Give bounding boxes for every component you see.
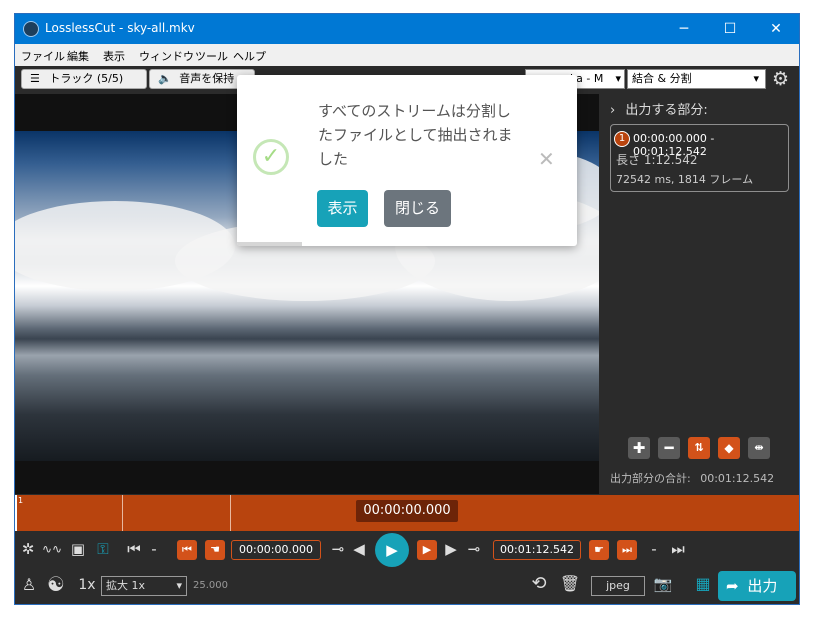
- timeline-tick: [122, 495, 123, 531]
- tag-segment-button[interactable]: ◆: [718, 437, 740, 459]
- playback-speed[interactable]: 1x: [77, 575, 97, 595]
- window-title: LosslessCut - sky-all.mkv: [45, 21, 195, 35]
- jump-segment-end-button[interactable]: ⏭: [617, 540, 637, 560]
- chevron-down-icon: ▾: [176, 579, 182, 592]
- export-notification: ✓ すべてのストリームは分割したファイルとして抽出されました ✕ 表示 閉じる: [237, 75, 577, 246]
- segment-item[interactable]: 1 00:00:00.000 - 00:01:12.542 長さ 1:12.54…: [610, 124, 789, 192]
- play-button[interactable]: ▶: [375, 533, 409, 567]
- menu-bar: ファイル 編集 表示 ウィンドウ ツール ヘルプ: [15, 44, 799, 66]
- tracks-button[interactable]: ☰ トラック (5/5): [21, 69, 147, 89]
- keep-audio-label: 音声を保持: [179, 72, 235, 85]
- chevron-down-icon: ▾: [615, 72, 621, 85]
- start-key-icon[interactable]: ⊸: [327, 539, 349, 559]
- gear-icon[interactable]: ✲: [19, 539, 37, 559]
- notification-timer-bar: [237, 242, 302, 246]
- end-time-input[interactable]: 00:01:12.542: [493, 540, 581, 560]
- next-frame-icon[interactable]: ▶: [445, 539, 457, 559]
- cutlist-person-icon[interactable]: ♙: [19, 575, 39, 595]
- prev-frame-icon[interactable]: ◀: [353, 539, 365, 559]
- trash-icon[interactable]: 🗑: [559, 574, 581, 594]
- show-file-button[interactable]: 表示: [317, 190, 368, 227]
- menu-view[interactable]: 表示: [103, 48, 125, 64]
- dismiss-notification-icon[interactable]: ✕: [538, 147, 555, 171]
- waveform-icon[interactable]: ∿∿: [40, 539, 64, 559]
- jump-segment-start-button[interactable]: ⏮: [177, 540, 197, 560]
- export-label: 出力: [747, 577, 778, 595]
- settings-gear-icon[interactable]: ⚙: [772, 69, 789, 89]
- list-icon: ☰: [30, 72, 40, 85]
- set-cut-start-button[interactable]: ☚: [205, 540, 225, 560]
- menu-tools[interactable]: ツール: [195, 48, 228, 64]
- segment-frames: 72542 ms, 1814 フレーム: [616, 173, 754, 186]
- chevron-down-icon: ▾: [753, 72, 759, 85]
- control-bar: ✲ ∿∿ ▣ ⚿ ⏮ - ⏮ ☚ 00:00:00.000 ⊸ ◀ ▶ ▶ ▶ …: [15, 531, 799, 604]
- menu-edit[interactable]: 編集: [67, 48, 89, 64]
- tracks-label: トラック (5/5): [49, 72, 124, 85]
- split-segment-button[interactable]: ⇹: [748, 437, 770, 459]
- fps-label: 25.000: [193, 580, 228, 591]
- play-segment-button[interactable]: ▶: [417, 540, 437, 560]
- yin-yang-icon[interactable]: ☯: [44, 574, 68, 594]
- playhead[interactable]: [15, 495, 17, 531]
- set-cut-end-button[interactable]: ☛: [589, 540, 609, 560]
- jump-end-icon[interactable]: ⏭: [671, 539, 685, 559]
- segments-total: 出力部分の合計: 00:01:12.542: [610, 470, 774, 486]
- title-bar: LosslessCut - sky-all.mkv ─ ☐ ✕: [15, 14, 799, 44]
- menu-help[interactable]: ヘルプ: [233, 48, 266, 64]
- capture-format-select[interactable]: jpeg: [591, 576, 645, 596]
- notification-message: すべてのストリームは分割したファイルとして抽出されました: [318, 102, 513, 168]
- calendar-icon[interactable]: ▦: [692, 574, 714, 594]
- segment-duration: 長さ 1:12.542: [616, 153, 698, 167]
- app-logo-icon: [23, 21, 39, 37]
- thumbnails-icon[interactable]: ▣: [67, 539, 89, 559]
- success-check-icon: ✓: [253, 139, 289, 175]
- minimize-button[interactable]: ─: [661, 14, 707, 44]
- close-window-button[interactable]: ✕: [753, 14, 799, 44]
- timeline-tick: [230, 495, 231, 531]
- reorder-segments-button[interactable]: ⇅: [688, 437, 710, 459]
- total-label: 出力部分の合計:: [610, 472, 691, 485]
- export-button[interactable]: ➦ 出力: [718, 571, 796, 601]
- start-time-input[interactable]: 00:00:00.000: [231, 540, 321, 560]
- keyframes-key-icon[interactable]: ⚿: [93, 539, 113, 559]
- total-value: 00:01:12.542: [700, 472, 775, 485]
- speaker-icon: 🔈: [158, 72, 172, 85]
- zoom-select[interactable]: 拡大 1x ▾: [101, 576, 187, 596]
- segments-panel: › 出力する部分: 1 00:00:00.000 - 00:01:12.542 …: [599, 94, 799, 494]
- close-notification-button[interactable]: 閉じる: [384, 190, 451, 227]
- rotate-icon[interactable]: ⟲: [528, 574, 550, 594]
- segments-header: 出力する部分:: [625, 103, 708, 118]
- mode-select-value: 結合 & 分割: [632, 72, 692, 85]
- segment-number-badge: 1: [614, 131, 630, 147]
- minus-label: -: [651, 540, 657, 558]
- timeline-current-time: 00:00:00.000: [356, 500, 458, 522]
- end-key-icon[interactable]: ⊸: [463, 539, 485, 559]
- maximize-button[interactable]: ☐: [707, 14, 753, 44]
- menu-file[interactable]: ファイル: [21, 48, 65, 64]
- menu-window[interactable]: ウィンドウ: [139, 48, 194, 64]
- zoom-select-value: 拡大 1x: [106, 579, 146, 592]
- timeline-segment-number: 1: [18, 496, 24, 505]
- remove-segment-button[interactable]: ━: [658, 437, 680, 459]
- camera-icon[interactable]: 📷: [652, 574, 674, 594]
- timeline[interactable]: 1 00:00:00.000: [15, 495, 799, 531]
- minus-label: -: [151, 540, 157, 558]
- export-icon: ➦: [726, 577, 739, 595]
- mode-select[interactable]: 結合 & 分割 ▾: [627, 69, 766, 89]
- chevron-right-icon[interactable]: ›: [610, 103, 615, 118]
- jump-start-icon[interactable]: ⏮: [127, 539, 141, 559]
- add-segment-button[interactable]: ✚: [628, 437, 650, 459]
